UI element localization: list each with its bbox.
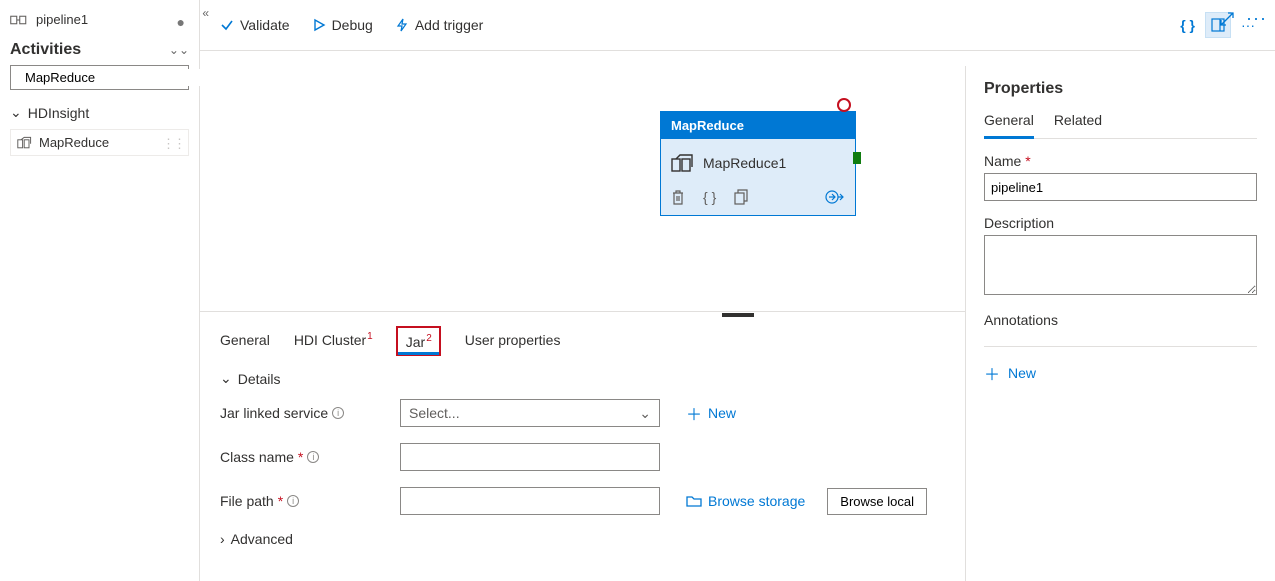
debug-button[interactable]: Debug: [312, 17, 373, 33]
mapreduce-icon: [671, 153, 693, 173]
pipeline-description-input[interactable]: [984, 235, 1257, 295]
unsaved-indicator-icon: ●: [177, 14, 185, 30]
class-name-input[interactable]: [409, 449, 651, 466]
more-actions-icon[interactable]: ···: [1246, 8, 1267, 29]
pipeline-icon: [10, 13, 28, 27]
checkmark-icon: [220, 18, 234, 32]
play-icon: [312, 18, 326, 32]
node-name: MapReduce1: [703, 155, 786, 171]
plus-icon: ＋: [984, 361, 1000, 385]
code-view-icon[interactable]: { }: [1180, 17, 1195, 33]
add-trigger-button[interactable]: Add trigger: [395, 17, 483, 33]
chevron-down-icon: ⌄: [220, 370, 232, 387]
chevron-down-icon: ⌄: [10, 104, 22, 121]
chevrons-down-icon[interactable]: ⌄⌄: [169, 43, 189, 57]
expand-icon[interactable]: [1220, 12, 1234, 26]
delete-icon[interactable]: [671, 189, 685, 205]
browse-storage-button[interactable]: Browse storage: [680, 492, 811, 510]
file-path-label: File path: [220, 493, 274, 509]
tab-jar[interactable]: Jar2: [396, 326, 441, 356]
activity-search-input[interactable]: [23, 69, 203, 86]
top-right-controls: ···: [1220, 8, 1267, 29]
browse-local-button[interactable]: Browse local: [827, 488, 927, 515]
mapreduce-icon: [17, 136, 33, 150]
description-label: Description: [984, 215, 1257, 231]
category-label: HDInsight: [28, 105, 89, 121]
category-hdinsight[interactable]: ⌄ HDInsight: [8, 100, 191, 129]
drag-grip-icon: ⋮⋮: [162, 136, 184, 152]
validate-button[interactable]: Validate: [220, 17, 290, 33]
info-icon[interactable]: i: [332, 407, 344, 419]
tab-user-properties[interactable]: User properties: [465, 322, 561, 356]
activity-label: MapReduce: [39, 135, 109, 150]
node-header: MapReduce: [661, 112, 855, 139]
pipeline-tab[interactable]: pipeline1 ●: [8, 8, 191, 31]
properties-panel: Properties General Related Name * Descri…: [965, 66, 1275, 581]
properties-tab-general[interactable]: General: [984, 112, 1034, 139]
folder-icon: [686, 495, 702, 507]
jar-linked-service-label: Jar linked service: [220, 405, 328, 421]
plus-icon: ＋: [686, 401, 702, 425]
pipeline-name-input[interactable]: [984, 173, 1257, 201]
file-path-input[interactable]: [409, 493, 651, 510]
activity-mapreduce[interactable]: MapReduce ⋮⋮: [10, 129, 189, 156]
info-icon[interactable]: i: [307, 451, 319, 463]
properties-title: Properties: [984, 80, 1257, 98]
failure-port-icon[interactable]: [837, 98, 851, 112]
info-icon[interactable]: i: [287, 495, 299, 507]
main-area: ··· Validate Debug Add trigger { } ···: [200, 0, 1275, 581]
new-linked-service-button[interactable]: ＋ New: [680, 400, 742, 426]
chevron-right-icon: ›: [220, 531, 225, 547]
chevron-down-icon: ⌄: [639, 405, 651, 422]
name-label: Name *: [984, 153, 1257, 169]
tab-hdi-cluster[interactable]: HDI Cluster1: [294, 322, 372, 356]
tab-general[interactable]: General: [220, 322, 270, 356]
jar-linked-service-select[interactable]: Select... ⌄: [400, 399, 660, 427]
activity-search-box[interactable]: [10, 65, 189, 90]
properties-tab-related[interactable]: Related: [1054, 112, 1102, 138]
annotations-label: Annotations: [984, 312, 1257, 328]
activities-panel: pipeline1 ● Activities ⌄⌄ « ⌄ HDInsight …: [0, 0, 200, 581]
copy-icon[interactable]: [734, 189, 748, 205]
new-annotation-button[interactable]: ＋ New: [984, 357, 1036, 389]
activities-heading: Activities: [10, 41, 81, 59]
pipeline-tab-title: pipeline1: [36, 12, 88, 27]
activity-node-mapreduce[interactable]: MapReduce MapReduce1 { }: [660, 111, 856, 216]
success-output-icon[interactable]: [825, 190, 845, 204]
pipeline-toolbar: Validate Debug Add trigger { } ···: [200, 0, 1275, 51]
class-name-label: Class name: [220, 449, 294, 465]
lightning-icon: [395, 18, 409, 32]
success-port-icon[interactable]: [853, 152, 861, 164]
code-icon[interactable]: { }: [703, 189, 716, 205]
